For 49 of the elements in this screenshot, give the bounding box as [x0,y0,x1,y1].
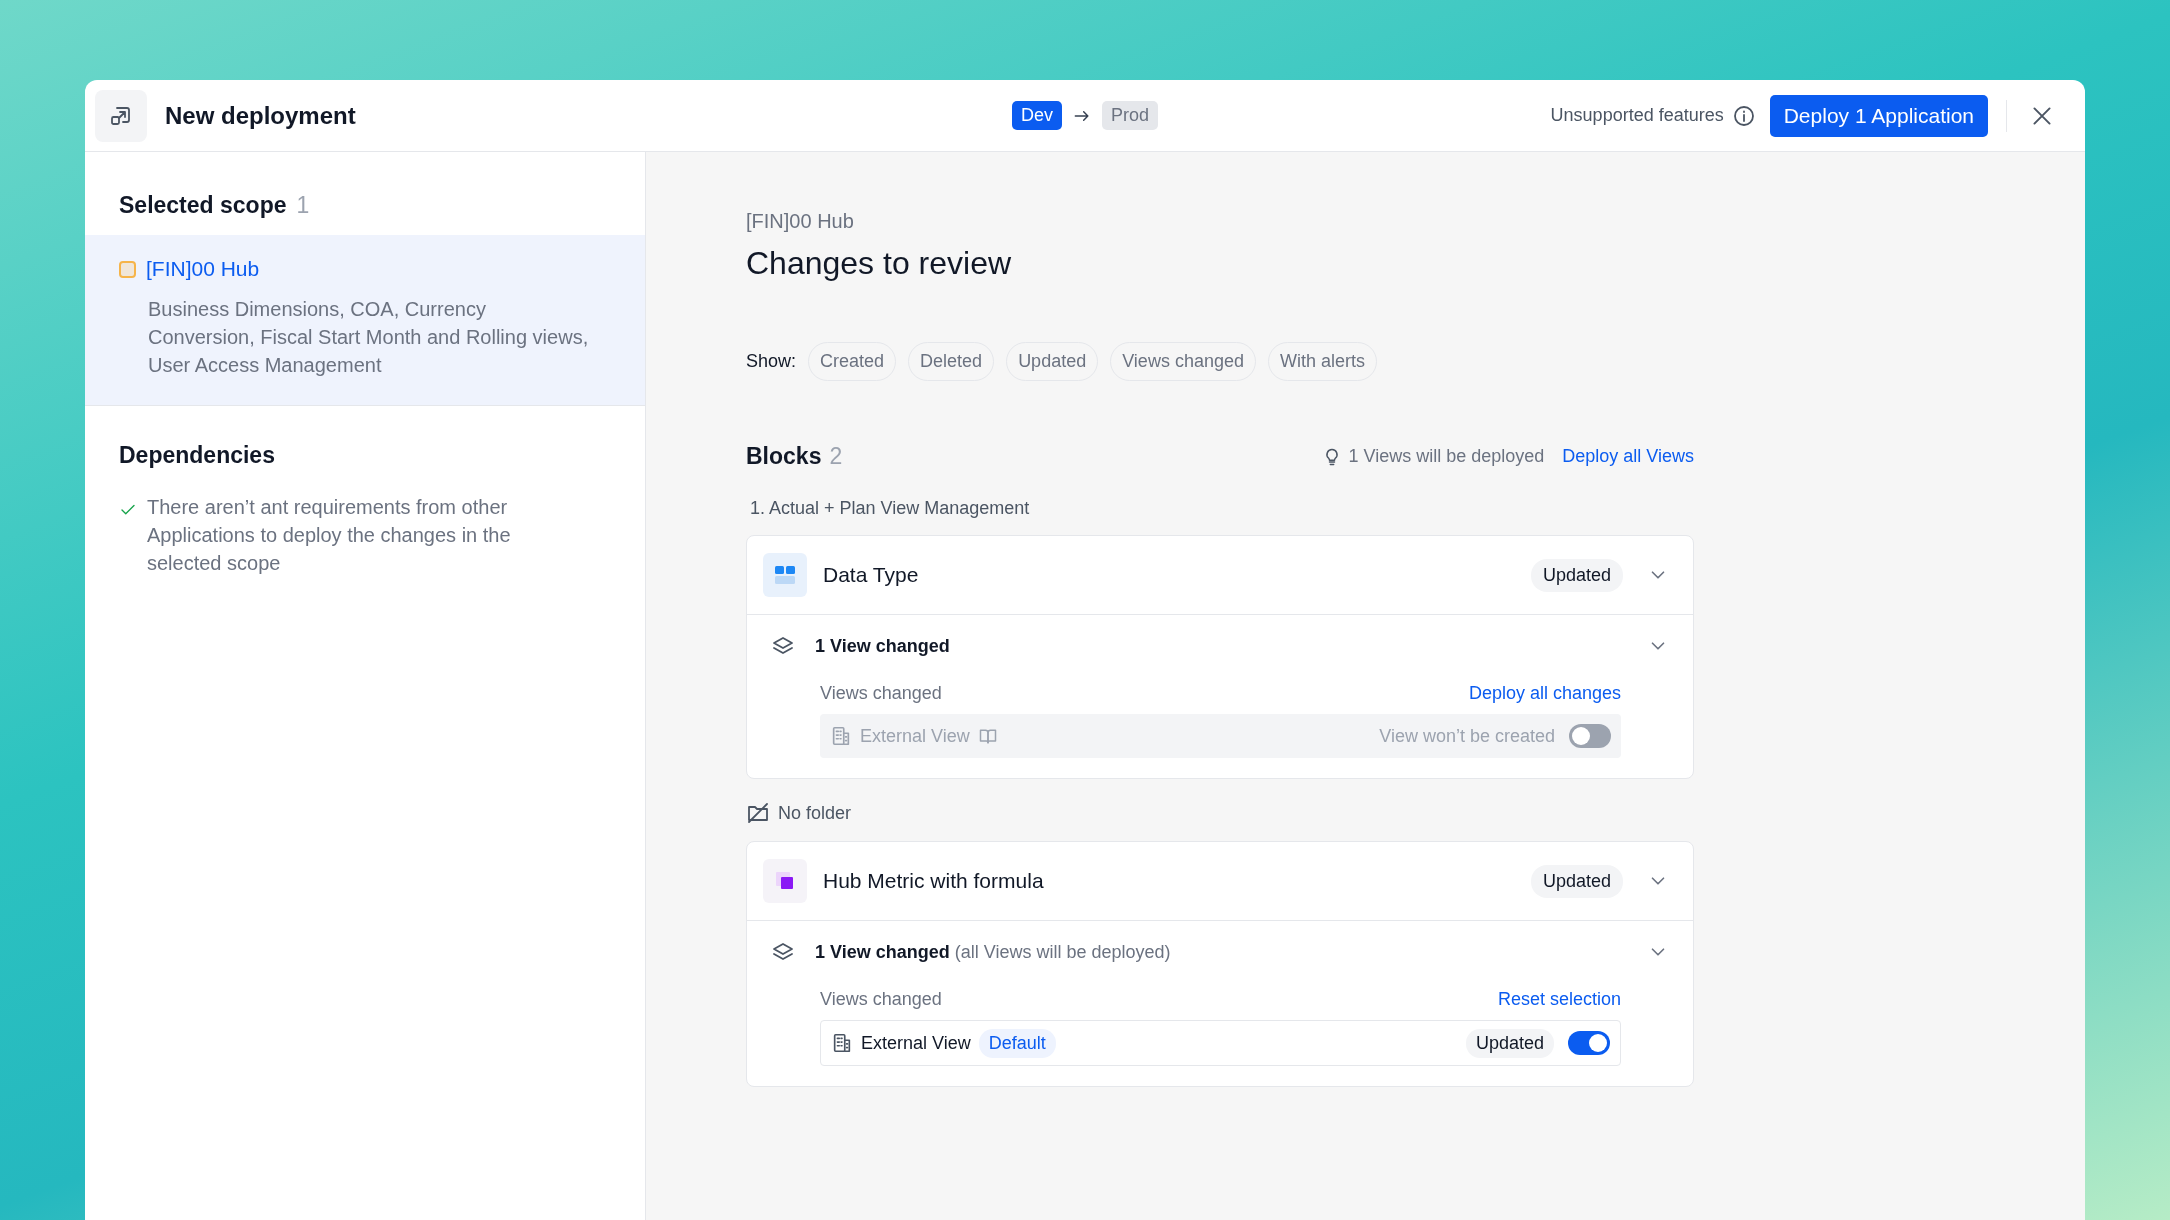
scope-count: 1 [296,192,310,219]
view-name: External View [860,725,970,747]
stacked-squares-icon [774,870,796,892]
section-title: Blocks [746,443,822,470]
view-name: External View [861,1032,971,1054]
filter-chip[interactable]: Views changed [1110,342,1256,381]
filter-label: Show: [746,351,797,372]
status-badge: Updated [1530,864,1623,898]
filter-chip[interactable]: Updated [1006,342,1099,381]
view-status: Updated [1465,1028,1554,1058]
window-title: New deployment [165,101,356,130]
app-name: [FIN]00 Hub [746,210,855,233]
action-link[interactable]: Reset selection [1497,989,1621,1010]
status-badge: Updated [1530,558,1623,592]
dependency-text: There aren’t ant requirements from other Applications to deploy the changes in the selected scope [147,495,512,576]
target-env-badge: Prod [1102,101,1158,130]
section-title: Selected scope [119,192,287,219]
views-label: Views changed [820,989,942,1010]
filter-chip[interactable]: With alerts [1267,342,1377,381]
toggle-switch[interactable] [1569,724,1611,748]
scope-description: Business Dimensions, COA, Currency Conversion, Fiscal Start Month and Rolling views, User Access Management [148,297,590,378]
folder-slash-icon [746,801,770,825]
folder-title: No folder [778,802,852,824]
building-icon [830,725,852,747]
deploy-all-views-link[interactable]: Deploy all Views [1562,446,1694,467]
section-title: Dependencies [119,442,275,469]
source-env-badge: Dev [1011,101,1062,130]
info-icon [1731,103,1756,128]
blocks-count: 2 [829,443,843,470]
filter-chip[interactable]: Created [808,342,897,381]
unsupported-features-label: Unsupported features [1550,105,1724,126]
page-title: Changes to review [746,245,1013,282]
folder-title: 1. Actual + Plan View Management [750,498,1030,519]
deploy-button[interactable]: Deploy 1 Application [1769,94,1988,137]
app-name: [FIN]00 Hub [146,257,260,281]
scope-item[interactable]: [FIN]00 Hub Business Dimensions, COA, Currency Conversion, Fiscal Start Month and Rolling views, User Access Management [85,235,645,406]
toggle-switch[interactable] [1568,1031,1610,1055]
views-summary: 1 View changed [815,635,950,657]
views-label: Views changed [820,683,942,704]
view-status: View won’t be created [1379,725,1555,747]
views-summary: 1 View changed (all Views will be deployed) [815,941,1171,963]
default-tag: Default [978,1028,1056,1058]
action-link[interactable]: Deploy all changes [1468,683,1621,704]
grid-icon [774,564,796,586]
building-icon [831,1032,853,1054]
filter-chip[interactable]: Deleted [908,342,995,381]
views-note: 1 Views will be deployed [1348,446,1545,467]
block-name: Hub Metric with formula [823,869,1044,893]
block-name: Data Type [823,563,919,587]
